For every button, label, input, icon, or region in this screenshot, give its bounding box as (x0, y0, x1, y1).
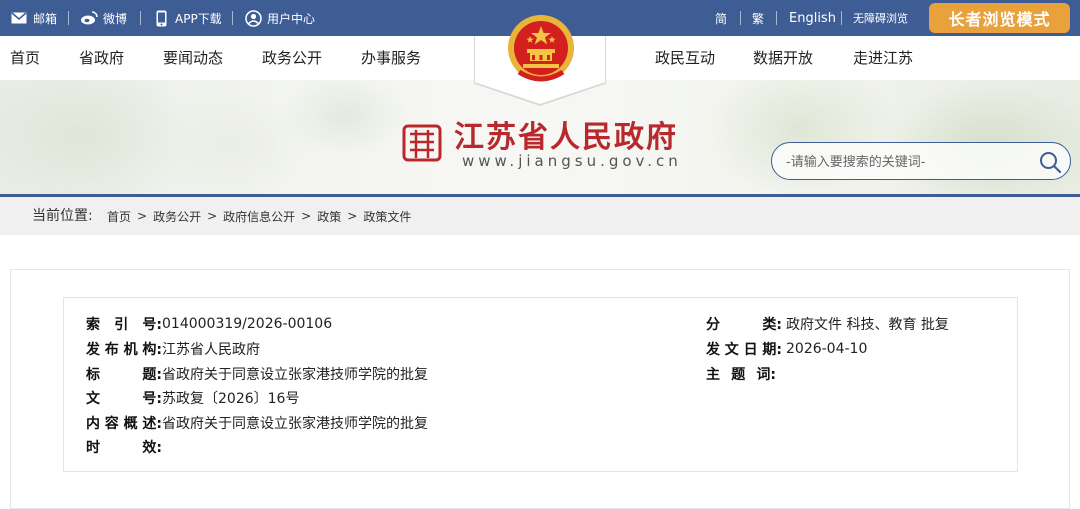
nav-item-about[interactable]: 走进江苏 (853, 36, 913, 80)
meta-label-title: 标题: (86, 367, 162, 383)
weibo-label: 微博 (103, 11, 128, 26)
user-icon (244, 9, 262, 27)
english-label: English (789, 10, 836, 26)
nav-item-interaction[interactable]: 政民互动 (655, 36, 715, 80)
divider (68, 11, 69, 25)
meta-row-date: 发文日期: 2026-04-10 (706, 337, 867, 361)
app-download-label: APP下载 (175, 11, 222, 26)
traditional-label: 繁 (752, 11, 765, 26)
breadcrumb-trail: 首页 > 政务公开 > 政府信息公开 > 政策 > 政策文件 (107, 197, 411, 235)
divider (776, 11, 777, 25)
meta-value-title: 省政府关于同意设立张家港技师学院的批复 (162, 367, 428, 383)
search-box (771, 142, 1071, 180)
search-input[interactable] (786, 152, 1026, 172)
app-download-link[interactable]: APP下载 (152, 0, 222, 36)
mail-label: 邮箱 (33, 11, 58, 26)
traditional-chinese-link[interactable]: 繁 (752, 0, 764, 36)
divider (140, 11, 141, 25)
mail-link[interactable]: 邮箱 (10, 0, 57, 36)
meta-label-publisher: 发布机构: (86, 342, 162, 358)
breadcrumb: 当前位置: 首页 > 政务公开 > 政府信息公开 > 政策 > 政策文件 (0, 197, 1080, 235)
meta-label-category: 分类: (706, 317, 782, 333)
meta-label-subject: 主题词: (706, 367, 776, 383)
meta-value-category: 政府文件 科技、教育 批复 (786, 317, 949, 333)
phone-icon (152, 9, 170, 27)
meta-value-publisher: 江苏省人民政府 (162, 342, 260, 358)
breadcrumb-separator: > (207, 209, 218, 223)
nav-item-services[interactable]: 办事服务 (361, 36, 421, 80)
meta-row-subject: 主题词: (706, 362, 776, 386)
breadcrumb-item-publicity[interactable]: 政务公开 (153, 208, 201, 225)
meta-value-summary: 省政府关于同意设立张家港技师学院的批复 (162, 416, 428, 432)
nav-item-open-data[interactable]: 数据开放 (753, 36, 813, 80)
simplified-chinese-link[interactable]: 简 (715, 0, 727, 36)
divider (841, 11, 842, 25)
meta-label-summary: 内容概述: (86, 416, 162, 432)
meta-row-validity: 时效: (86, 435, 162, 459)
meta-label-validity: 时效: (86, 440, 162, 456)
breadcrumb-separator: > (301, 209, 312, 223)
breadcrumb-item-policy-docs[interactable]: 政策文件 (363, 208, 411, 225)
breadcrumb-label: 当前位置: (32, 208, 93, 224)
breadcrumb-item-home[interactable]: 首页 (107, 208, 131, 225)
elder-mode-button[interactable]: 长者浏览模式 (929, 3, 1070, 33)
divider (740, 11, 741, 25)
meta-row-category: 分类: 政府文件 科技、教育 批复 (706, 312, 949, 336)
meta-row-summary: 内容概述: 省政府关于同意设立张家港技师学院的批复 (86, 411, 428, 435)
breadcrumb-separator: > (137, 209, 148, 223)
national-emblem-icon[interactable] (505, 12, 577, 86)
accessibility-label: 无障碍浏览 (853, 12, 908, 25)
meta-label-date: 发文日期: (706, 342, 782, 358)
breadcrumb-separator: > (347, 209, 358, 223)
site-title: 江苏省人民政府 (454, 120, 678, 155)
meta-row-title: 标题: 省政府关于同意设立张家港技师学院的批复 (86, 362, 428, 386)
english-link[interactable]: English (789, 0, 836, 36)
user-center-link[interactable]: 用户中心 (244, 0, 315, 36)
meta-row-docno: 文号: 苏政复〔2026〕16号 (86, 386, 299, 410)
nav-item-publicity[interactable]: 政务公开 (262, 36, 322, 80)
meta-row-index: 索引号: 014000319/2026-00106 (86, 312, 332, 336)
meta-label-docno: 文号: (86, 391, 162, 407)
meta-value-index: 014000319/2026-00106 (162, 316, 333, 332)
user-center-label: 用户中心 (267, 11, 316, 26)
jiangsu-seal-icon (402, 124, 442, 162)
divider (232, 11, 233, 25)
meta-value-docno: 苏政复〔2026〕16号 (162, 391, 300, 407)
nav-item-gov[interactable]: 省政府 (79, 36, 124, 80)
weibo-icon (80, 9, 98, 27)
meta-value-date: 2026-04-10 (786, 341, 868, 357)
breadcrumb-item-policy[interactable]: 政策 (317, 208, 341, 225)
mail-icon (10, 9, 28, 27)
breadcrumb-item-gov-info[interactable]: 政府信息公开 (223, 208, 295, 225)
site-url: www.jiangsu.gov.cn (462, 152, 682, 170)
weibo-link[interactable]: 微博 (80, 0, 127, 36)
search-icon[interactable] (1038, 150, 1062, 174)
accessibility-link[interactable]: 无障碍浏览 (853, 0, 908, 36)
simplified-label: 简 (715, 11, 728, 26)
meta-label-index: 索引号: (86, 317, 162, 333)
meta-row-publisher: 发布机构: 江苏省人民政府 (86, 337, 260, 361)
nav-item-home[interactable]: 首页 (10, 36, 40, 80)
nav-item-news[interactable]: 要闻动态 (163, 36, 223, 80)
